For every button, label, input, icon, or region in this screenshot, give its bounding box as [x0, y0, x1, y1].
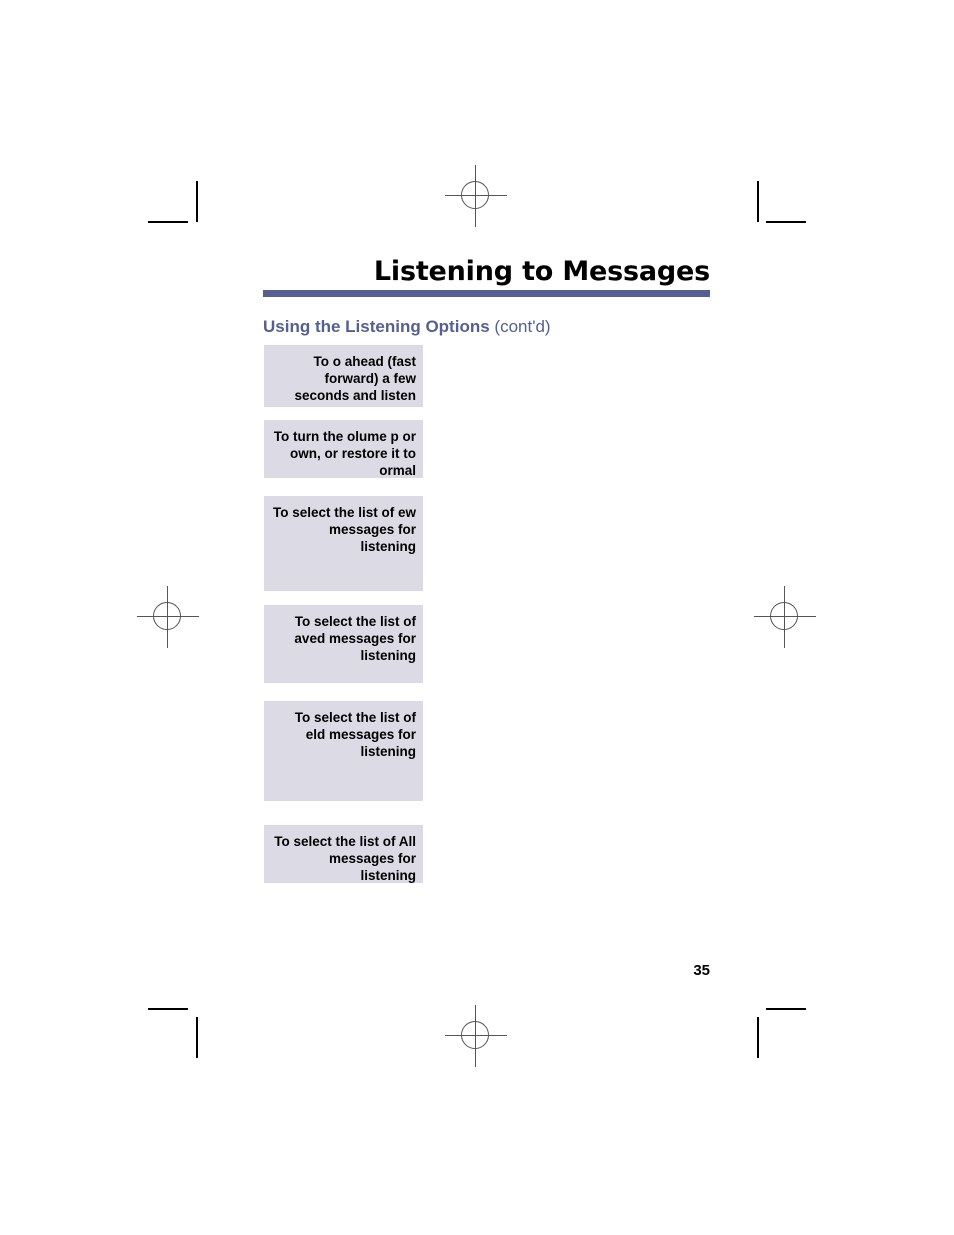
- registration-target-bottom: [445, 1005, 507, 1067]
- section-subtitle: Using the Listening Options (cont'd): [263, 317, 551, 337]
- option-box-saved-messages: To select the list of aved messages for …: [264, 605, 423, 683]
- page-title: Listening to Messages: [373, 256, 710, 287]
- registration-target-top: [445, 165, 507, 227]
- registration-ring: [461, 1021, 489, 1049]
- option-box-text: To select the list of eld messages for l…: [294, 710, 416, 759]
- crop-mark-top-left-vertical: [196, 181, 198, 222]
- option-box-held-messages: To select the list of eld messages for l…: [264, 701, 423, 801]
- registration-ring: [461, 181, 489, 209]
- option-box-fast-forward: To o ahead (fast forward) a few seconds …: [264, 345, 423, 407]
- option-box-text: To o ahead (fast forward) a few seconds …: [294, 354, 416, 403]
- option-box-text: To select the list of ew messages for li…: [272, 505, 416, 554]
- registration-ring: [153, 602, 181, 630]
- section-subtitle-note: (cont'd): [494, 317, 551, 336]
- option-box-text: To turn the olume p or own, or restore i…: [273, 429, 416, 478]
- crop-mark-top-right-horizontal: [766, 221, 806, 223]
- registration-target-right: [754, 586, 816, 648]
- option-box-all-messages: To select the list of All messages for l…: [264, 825, 423, 883]
- title-rule: [263, 290, 710, 297]
- option-box-volume: To turn the olume p or own, or restore i…: [264, 420, 423, 478]
- crop-mark-top-right-vertical: [757, 181, 759, 222]
- section-subtitle-main: Using the Listening Options: [263, 317, 490, 336]
- document-page: Listening to Messages Using the Listenin…: [0, 0, 954, 1235]
- crop-mark-bottom-left-horizontal: [148, 1008, 188, 1010]
- registration-ring: [770, 602, 798, 630]
- option-box-text: To select the list of All messages for l…: [274, 834, 416, 883]
- option-box-new-messages: To select the list of ew messages for li…: [264, 496, 423, 591]
- option-box-text: To select the list of aved messages for …: [294, 614, 416, 663]
- crop-mark-top-left-horizontal: [148, 221, 188, 223]
- crop-mark-bottom-right-vertical: [757, 1017, 759, 1058]
- registration-target-left: [137, 586, 199, 648]
- crop-mark-bottom-right-horizontal: [766, 1008, 806, 1010]
- crop-mark-bottom-left-vertical: [196, 1017, 198, 1058]
- page-number: 35: [693, 962, 710, 979]
